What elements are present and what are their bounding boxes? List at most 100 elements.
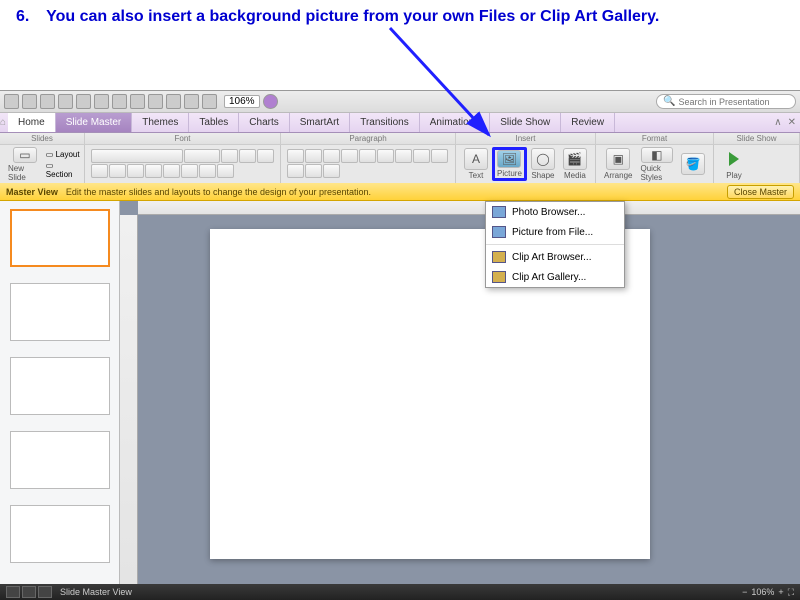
tab-charts[interactable]: Charts (239, 113, 289, 132)
text-button[interactable]: A Text (460, 147, 492, 181)
section-button[interactable]: ▭ Section (46, 161, 80, 179)
slide-thumbnail[interactable] (10, 209, 110, 267)
align-center-button[interactable] (413, 149, 430, 163)
ribbon-caret[interactable]: ∧✕ (774, 117, 796, 128)
qat-icon[interactable] (130, 94, 145, 109)
qat-undo-icon[interactable] (76, 94, 91, 109)
qat-icon[interactable] (148, 94, 163, 109)
ribbon-group-insert: A Text 🖼 Picture ◯ Shape 🎬 Media (456, 145, 596, 183)
text-dir-button[interactable] (377, 149, 394, 163)
qat-icon[interactable] (40, 94, 55, 109)
font-button[interactable] (145, 164, 162, 178)
font-size-selector[interactable] (184, 149, 220, 163)
font-color-button[interactable] (181, 164, 198, 178)
qat-icon[interactable] (112, 94, 127, 109)
normal-view-icon[interactable] (6, 586, 20, 598)
new-slide-button[interactable]: ▭ New Slide (4, 147, 46, 181)
view-mode-label: Slide Master View (60, 587, 132, 597)
qat-icon[interactable] (4, 94, 19, 109)
zoom-indicator[interactable]: 106% (224, 95, 260, 108)
tab-tables[interactable]: Tables (189, 113, 239, 132)
group-header-format: Format (596, 133, 714, 144)
font-family-selector[interactable] (91, 149, 183, 163)
qat-icon[interactable] (22, 94, 37, 109)
picture-file-icon (492, 226, 506, 238)
qat-icon[interactable] (184, 94, 199, 109)
qat-icon[interactable] (166, 94, 181, 109)
qat-save-icon[interactable] (58, 94, 73, 109)
master-view-bar: Master View Edit the master slides and l… (0, 183, 800, 201)
tab-review[interactable]: Review (561, 113, 615, 132)
zoom-in-button[interactable]: + (778, 587, 783, 597)
menu-clip-art-browser[interactable]: Clip Art Browser... (486, 247, 624, 267)
font-button[interactable] (163, 164, 180, 178)
workspace: Photo Browser... Picture from File... Cl… (0, 201, 800, 584)
search-input[interactable] (678, 97, 789, 107)
play-button[interactable]: Play (718, 147, 750, 181)
italic-button[interactable] (91, 164, 108, 178)
numbering-button[interactable] (305, 149, 322, 163)
menu-picture-from-file[interactable]: Picture from File... (486, 222, 624, 242)
fit-to-window-icon[interactable]: ⛶ (788, 587, 794, 598)
play-icon (722, 148, 746, 170)
line-spacing-button[interactable] (359, 149, 376, 163)
home-icon[interactable]: ⌂ (0, 117, 8, 128)
slide-thumbnail[interactable] (10, 357, 110, 415)
clear-format-button[interactable] (217, 164, 234, 178)
tab-home[interactable]: Home (8, 113, 56, 132)
tab-transitions[interactable]: Transitions (350, 113, 420, 132)
qat-icon[interactable] (94, 94, 109, 109)
close-master-button[interactable]: Close Master (727, 185, 794, 199)
ribbon-group-slide-show: Play (714, 145, 800, 183)
horizontal-ruler (138, 201, 800, 215)
slide-thumbnail-panel[interactable] (0, 201, 120, 584)
tab-themes[interactable]: Themes (132, 113, 189, 132)
tab-slide-master[interactable]: Slide Master (56, 113, 133, 132)
columns-button[interactable] (305, 164, 322, 178)
ribbon-group-paragraph (281, 145, 456, 183)
menu-clip-art-gallery[interactable]: Clip Art Gallery... (486, 267, 624, 287)
bullets-button[interactable] (287, 149, 304, 163)
bold-button[interactable] (257, 149, 274, 163)
fill-button[interactable]: 🪣 (677, 147, 709, 181)
tab-smartart[interactable]: SmartArt (290, 113, 350, 132)
media-button[interactable]: 🎬 Media (559, 147, 591, 181)
strike-button[interactable] (127, 164, 144, 178)
shape-button[interactable]: ◯ Shape (527, 147, 559, 181)
tab-slide-show[interactable]: Slide Show (490, 113, 561, 132)
indent-dec-button[interactable] (323, 149, 340, 163)
search-box[interactable]: 🔍 (656, 94, 796, 109)
ribbon-tabs: ⌂ Home Slide Master Themes Tables Charts… (0, 113, 800, 133)
master-view-label: Master View (6, 187, 58, 197)
arrange-button[interactable]: ▣ Arrange (600, 147, 636, 181)
slide-thumbnail[interactable] (10, 431, 110, 489)
slide-thumbnail[interactable] (10, 283, 110, 341)
align-left-button[interactable] (395, 149, 412, 163)
menu-photo-browser[interactable]: Photo Browser... (486, 202, 624, 222)
slide-thumbnail[interactable] (10, 505, 110, 563)
justify-button[interactable] (287, 164, 304, 178)
grow-font-button[interactable] (221, 149, 238, 163)
group-header-insert: Insert (456, 133, 596, 144)
para-button[interactable] (323, 164, 340, 178)
zoom-percentage[interactable]: 106% (751, 587, 774, 597)
shrink-font-button[interactable] (239, 149, 256, 163)
underline-button[interactable] (109, 164, 126, 178)
slideshow-view-icon[interactable] (38, 586, 52, 598)
sorter-view-icon[interactable] (22, 586, 36, 598)
indent-inc-button[interactable] (341, 149, 358, 163)
quick-styles-button[interactable]: ◧ Quick Styles (636, 147, 677, 181)
layout-button[interactable]: ▭ Layout (46, 150, 80, 159)
highlight-button[interactable] (199, 164, 216, 178)
ribbon: ▭ New Slide ▭ Layout ▭ Section (0, 145, 800, 183)
help-icon[interactable] (263, 94, 278, 109)
tab-animations[interactable]: Animations (420, 113, 490, 132)
master-view-hint: Edit the master slides and layouts to ch… (66, 187, 371, 197)
zoom-out-button[interactable]: − (742, 587, 747, 597)
shape-icon: ◯ (531, 148, 555, 170)
align-right-button[interactable] (431, 149, 448, 163)
qat-icon[interactable] (202, 94, 217, 109)
text-icon: A (464, 148, 488, 170)
ribbon-group-font (85, 145, 281, 183)
picture-button[interactable]: 🖼 Picture (492, 147, 527, 181)
